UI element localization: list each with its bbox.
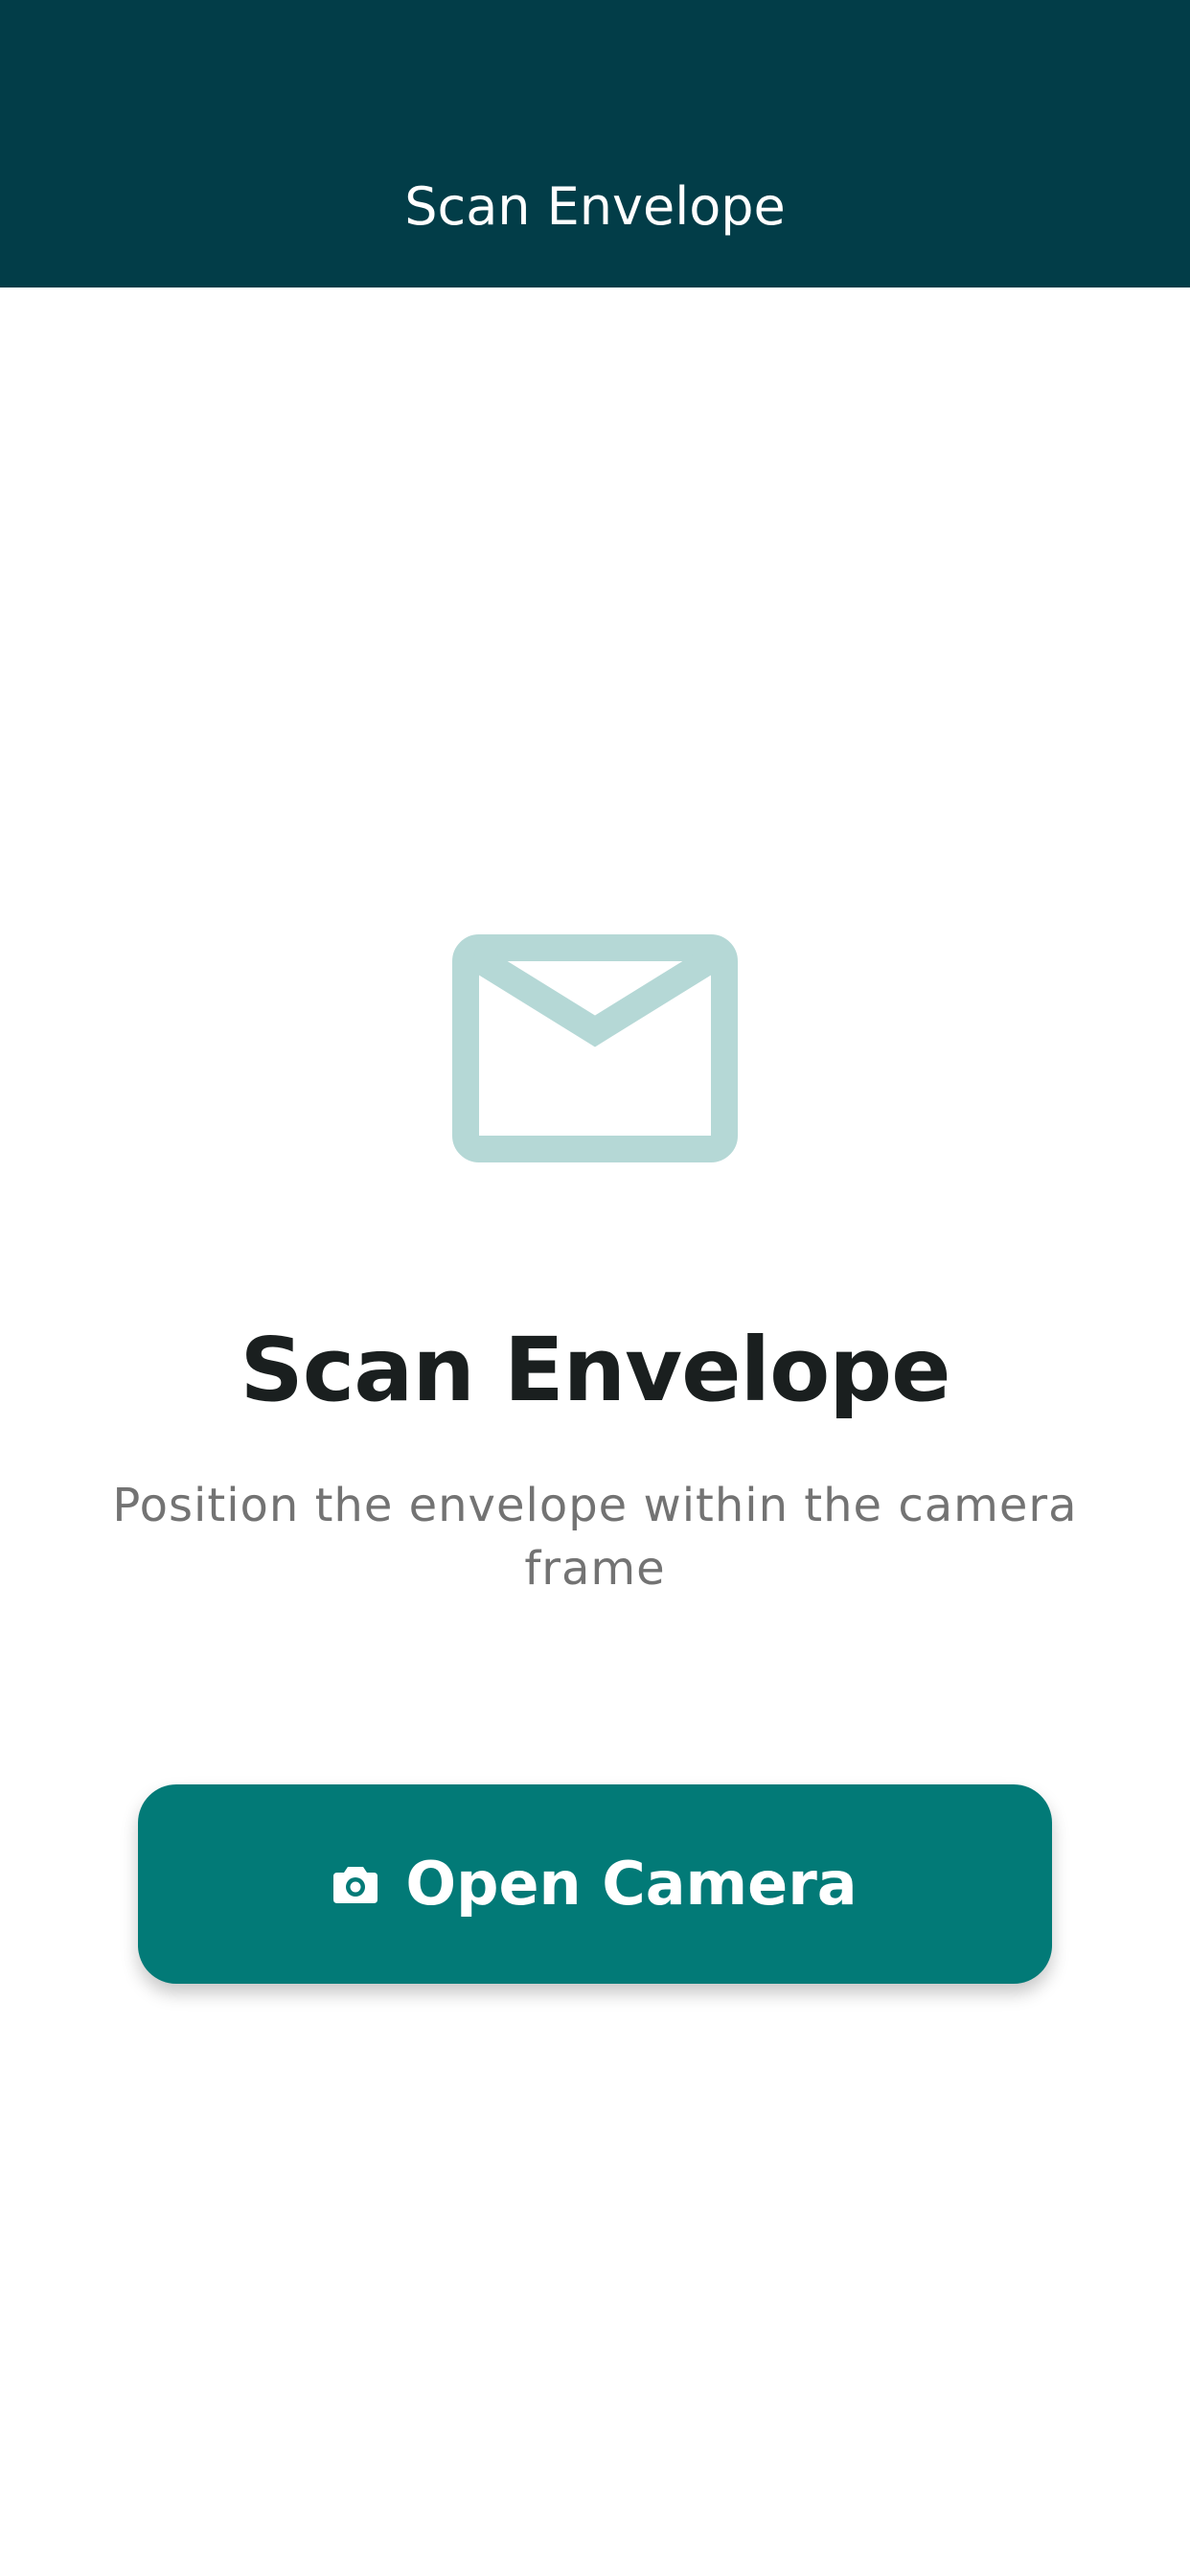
camera-icon — [333, 1867, 378, 1903]
open-camera-label: Open Camera — [405, 1849, 858, 1919]
open-camera-button[interactable]: Open Camera — [138, 1784, 1052, 1984]
app-bar-title: Scan Envelope — [404, 176, 786, 237]
envelope-icon — [452, 934, 738, 1162]
instruction-text: Position the envelope within the camera … — [112, 1479, 1078, 1596]
page-heading: Scan Envelope — [240, 1319, 950, 1421]
app-bar: Scan Envelope — [0, 0, 1190, 288]
